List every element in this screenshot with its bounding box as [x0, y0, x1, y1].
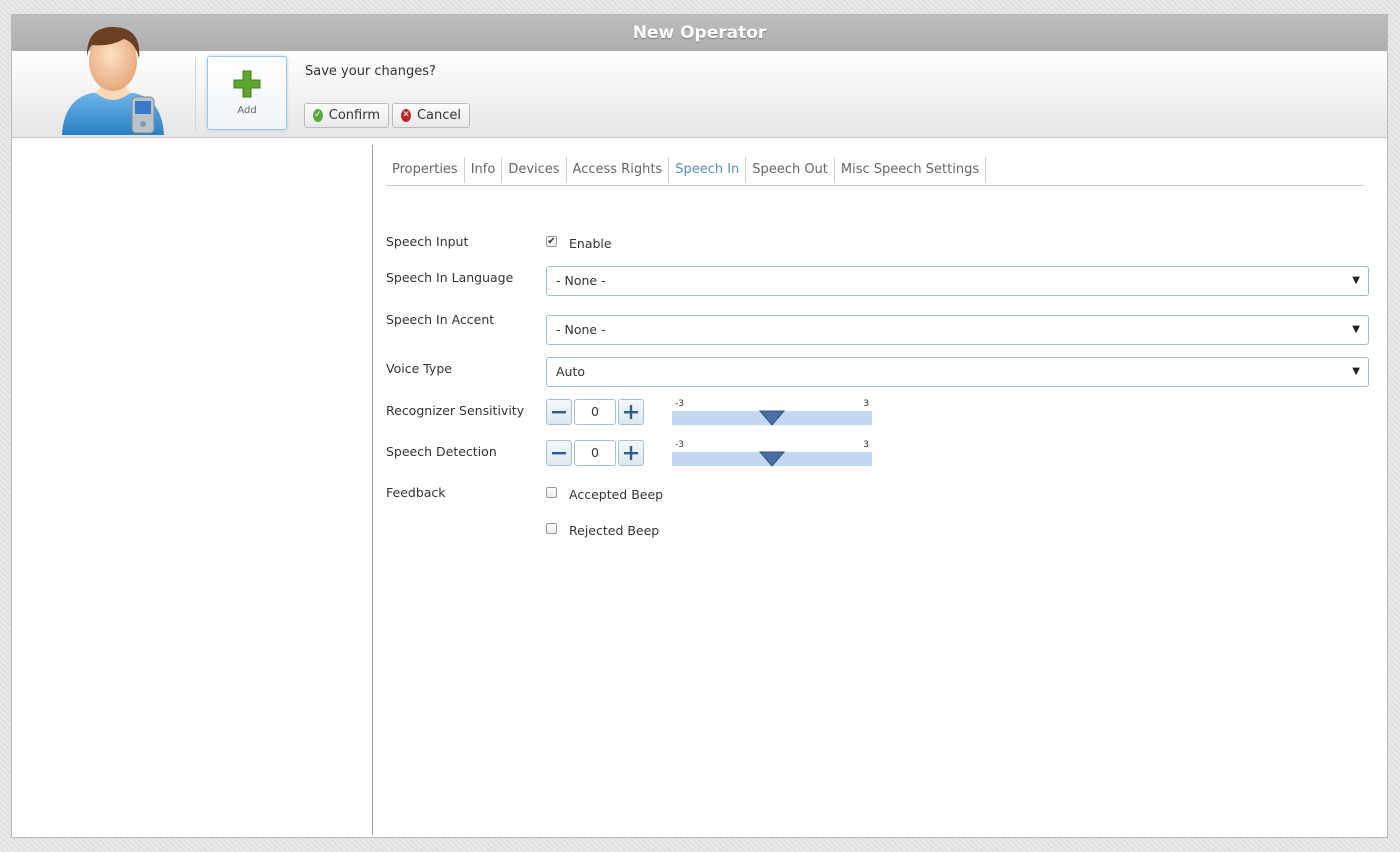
recognizer-sensitivity-stepper: 0: [546, 399, 646, 425]
tab-properties[interactable]: Properties: [386, 157, 465, 183]
close-icon: ✕: [401, 109, 411, 122]
recognizer-sensitivity-slider[interactable]: -3 3: [672, 399, 872, 426]
add-button-label: Add: [237, 105, 257, 116]
slider-max-label: 3: [863, 440, 869, 450]
recognizer-sensitivity-label: Recognizer Sensitivity: [386, 403, 525, 418]
minus-icon: [552, 411, 566, 414]
speech-detection-slider[interactable]: -3 3: [672, 440, 872, 467]
speech-detection-value[interactable]: 0: [574, 440, 616, 466]
speech-in-accent-select[interactable]: - None - ▼: [546, 315, 1369, 345]
minus-icon: [552, 452, 566, 455]
tab-devices[interactable]: Devices: [502, 157, 567, 183]
speech-input-label: Speech Input: [386, 234, 469, 249]
toolbar: Add Save your changes? ✓ Confirm ✕ Cance…: [12, 27, 1387, 138]
accepted-beep-label: Accepted Beep: [569, 487, 664, 502]
slider-handle-icon[interactable]: [759, 451, 785, 467]
slider-handle-icon[interactable]: [759, 410, 785, 426]
cancel-button[interactable]: ✕ Cancel: [392, 103, 470, 128]
feedback-label: Feedback: [386, 485, 446, 500]
speech-in-accent-value: - None -: [556, 322, 606, 337]
speech-detection-stepper: 0: [546, 440, 646, 466]
add-button[interactable]: Add: [207, 56, 287, 130]
speech-detection-decrement-button[interactable]: [546, 440, 572, 466]
recognizer-sensitivity-decrement-button[interactable]: [546, 399, 572, 425]
speech-detection-increment-button[interactable]: [618, 440, 644, 466]
voice-type-select[interactable]: Auto ▼: [546, 357, 1369, 387]
panel-divider: [372, 145, 373, 835]
speech-input-enable-label: Enable: [569, 236, 612, 251]
tab-info[interactable]: Info: [465, 157, 503, 183]
tab-misc-speech-settings[interactable]: Misc Speech Settings: [835, 157, 987, 183]
voice-type-label: Voice Type: [386, 361, 452, 376]
save-prompt: Save your changes?: [305, 64, 436, 79]
tab-speech-out[interactable]: Speech Out: [746, 157, 835, 183]
speech-in-accent-label: Speech In Accent: [386, 312, 495, 327]
new-operator-window: New Operator Add Save your changes? ✓ Co…: [11, 14, 1388, 838]
plus-icon: [624, 405, 638, 419]
confirm-label: Confirm: [328, 108, 380, 123]
operator-avatar-icon: [62, 27, 164, 135]
voice-type-value: Auto: [556, 364, 586, 379]
slider-min-label: -3: [675, 440, 684, 450]
slider-min-label: -3: [675, 399, 684, 409]
speech-in-language-select[interactable]: - None - ▼: [546, 266, 1369, 296]
plus-icon: [624, 446, 638, 460]
speech-in-language-value: - None -: [556, 273, 606, 288]
check-icon: ✓: [313, 109, 323, 122]
recognizer-sensitivity-value[interactable]: 0: [574, 399, 616, 425]
plus-icon: [233, 70, 261, 98]
dropdown-arrow-icon: ▼: [1352, 275, 1360, 286]
toolbar-divider: [195, 57, 196, 131]
recognizer-sensitivity-increment-button[interactable]: [618, 399, 644, 425]
accepted-beep-checkbox[interactable]: [546, 487, 557, 498]
window-title: New Operator: [12, 15, 1387, 51]
speech-in-language-label: Speech In Language: [386, 270, 514, 285]
dropdown-arrow-icon: ▼: [1352, 366, 1360, 377]
cancel-label: Cancel: [416, 108, 461, 123]
tab-access-rights[interactable]: Access Rights: [567, 157, 670, 183]
tab-bar: Properties Info Devices Access Rights Sp…: [386, 157, 1364, 186]
slider-max-label: 3: [863, 399, 869, 409]
tab-speech-in[interactable]: Speech In: [669, 157, 747, 183]
speech-input-enable-checkbox[interactable]: ✔: [546, 236, 557, 247]
confirm-button[interactable]: ✓ Confirm: [304, 103, 389, 128]
dropdown-arrow-icon: ▼: [1352, 324, 1360, 335]
rejected-beep-checkbox[interactable]: [546, 523, 557, 534]
rejected-beep-label: Rejected Beep: [569, 523, 660, 538]
speech-detection-label: Speech Detection: [386, 444, 497, 459]
